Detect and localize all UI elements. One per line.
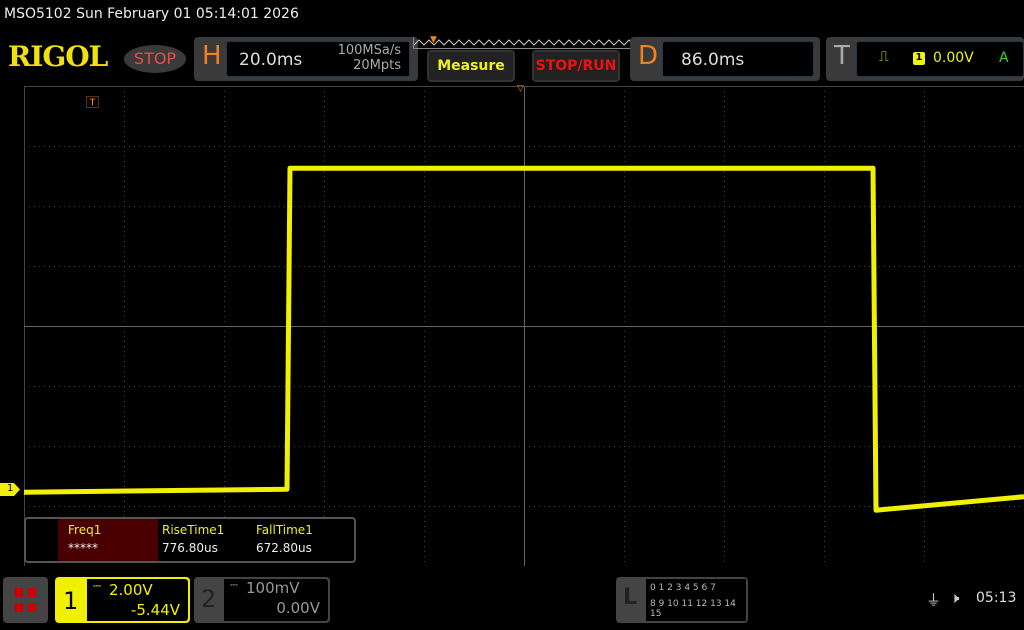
status-clock: 05:13 — [976, 590, 1017, 606]
trigger-source: 1 — [913, 52, 925, 65]
channel1-box[interactable]: 1 ⎓ 2.00V -5.44V — [55, 577, 190, 623]
horizontal-letter: H — [202, 41, 222, 71]
measurement-label: RiseTime1 — [162, 523, 225, 537]
logic-channels-row2: 8 9 10 11 12 13 14 15 — [650, 599, 736, 619]
measurement-falltime1[interactable]: FallTime1 672.80us — [256, 523, 313, 555]
measurement-risetime1[interactable]: RiseTime1 776.80us — [162, 523, 224, 555]
dc-coupling-icon: ⎓ — [93, 581, 101, 592]
logic-channels-row1: 0 1 2 3 4 5 6 7 — [650, 583, 716, 593]
channel1-number: 1 — [63, 587, 79, 615]
center-marker-icon: ▽ — [517, 84, 524, 94]
run-state-badge[interactable]: STOP — [124, 45, 186, 73]
trigger-panel[interactable]: T ⎍ 1 0.00V A — [826, 37, 1024, 81]
channel1-ground-marker[interactable]: 1 — [0, 483, 20, 496]
memory-position-bar: ▼ — [413, 35, 635, 49]
menu-grid-icon — [15, 588, 36, 612]
measurement-freq1[interactable]: Freq1 ***** — [58, 519, 158, 561]
measurement-label: Freq1 — [68, 523, 102, 537]
rigol-logo: RIGOL — [8, 40, 108, 73]
timebase: 20.0ms — [239, 50, 303, 70]
measure-button[interactable]: Measure — [427, 50, 515, 82]
waveform-grid[interactable] — [24, 86, 1024, 566]
trigger-position-icon: 🅃 — [86, 96, 100, 111]
stop-run-button[interactable]: STOP/RUN — [532, 50, 620, 82]
delay-value: 86.0ms — [681, 50, 745, 70]
trigger-level: 0.00V — [933, 50, 974, 66]
horizontal-panel[interactable]: H 20.0ms 100MSa/s 20Mpts — [194, 37, 418, 81]
measurement-value: 776.80us — [162, 541, 218, 555]
delay-letter: D — [638, 41, 659, 71]
trigger-mode: A — [999, 50, 1009, 66]
sample-rate: 100MSa/s — [337, 43, 401, 58]
measurement-panel: Freq1 ***** RiseTime1 776.80us FallTime1… — [24, 517, 356, 563]
measurement-label: FallTime1 — [256, 523, 313, 537]
logic-letter: L — [623, 585, 638, 610]
logic-box[interactable]: L 0 1 2 3 4 5 6 7 8 9 10 11 12 13 14 15 — [616, 577, 748, 623]
channel2-offset: 0.00V — [276, 599, 320, 617]
delay-panel[interactable]: D 86.0ms — [630, 37, 820, 81]
trigger-letter: T — [834, 41, 850, 71]
mute-icon[interactable]: 🕨 — [950, 589, 959, 607]
measurement-value: 672.80us — [256, 541, 312, 555]
dc-coupling-icon: ⎓ — [230, 580, 238, 591]
channel2-box[interactable]: 2 ⎓ 100mV 0.00V — [194, 577, 330, 623]
menu-button[interactable] — [3, 577, 48, 623]
channel1-offset: -5.44V — [130, 601, 180, 619]
window-title: MSO5102 Sun February 01 05:14:01 2026 — [4, 6, 299, 22]
memory-depth: 20Mpts — [353, 58, 401, 73]
rising-edge-icon: ⎍ — [879, 49, 889, 65]
usb-icon: ⏚ — [926, 591, 942, 609]
channel2-scale: 100mV — [246, 579, 300, 597]
measurement-value: ***** — [68, 541, 98, 555]
channel2-number: 2 — [201, 585, 217, 613]
channel1-scale: 2.00V — [109, 581, 153, 599]
